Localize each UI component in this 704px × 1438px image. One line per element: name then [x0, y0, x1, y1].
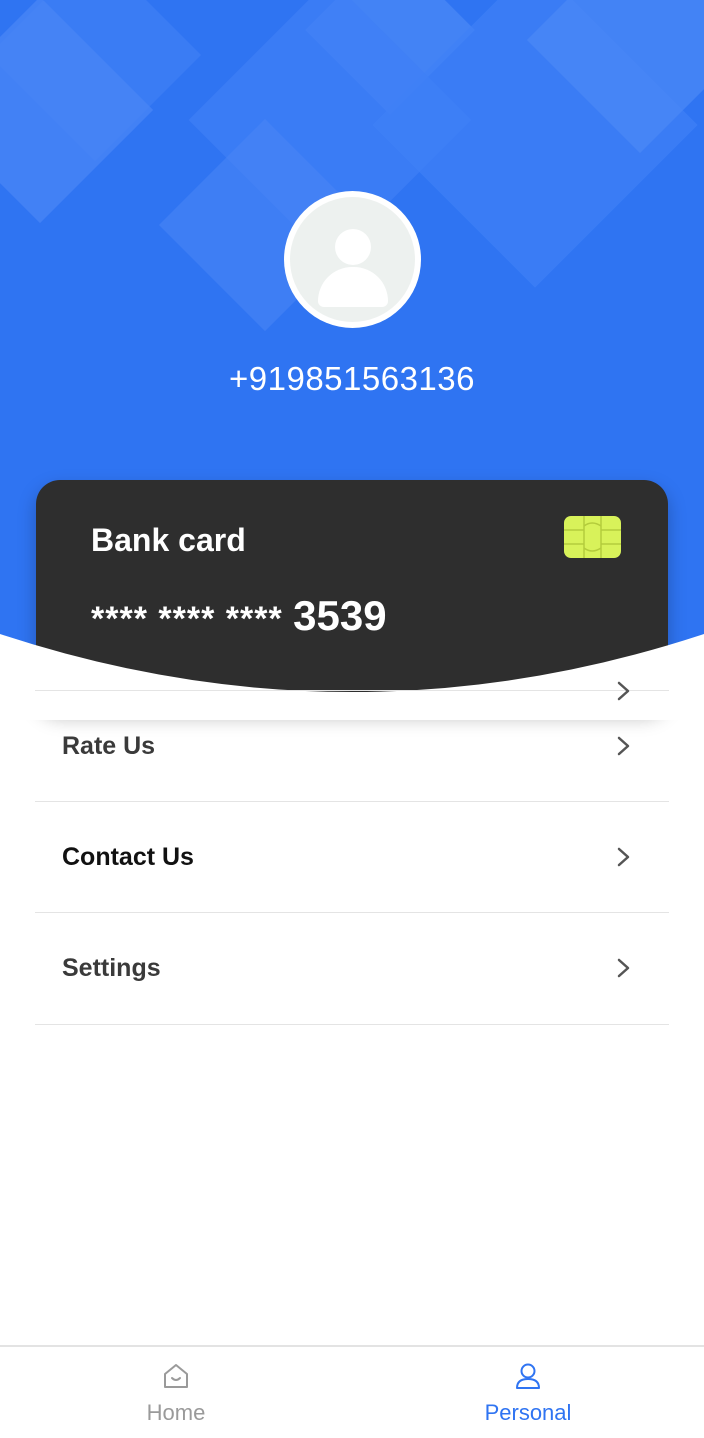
menu-item-rate-us[interactable]: Rate Us	[0, 691, 704, 802]
chevron-right-icon	[617, 958, 630, 978]
menu-item-settings[interactable]: Settings	[0, 913, 704, 1024]
chevron-right-icon	[617, 847, 630, 867]
menu-item-label: Settings	[62, 954, 161, 982]
menu-item-label: Rate Us	[62, 732, 156, 760]
phone-number: +919851563136	[228, 360, 475, 397]
bottom-tab-bar: Home Personal	[0, 1345, 704, 1438]
header-curve	[0, 634, 704, 720]
avatar[interactable]	[284, 191, 421, 328]
user-icon-head	[335, 229, 371, 265]
person-icon	[516, 1363, 540, 1389]
chevron-right-icon	[617, 736, 630, 756]
menu-item-contact-us[interactable]: Contact Us	[0, 802, 704, 913]
tab-personal[interactable]: Personal	[352, 1347, 704, 1438]
tab-personal-label: Personal	[484, 1400, 572, 1425]
tab-home-label: Home	[146, 1400, 206, 1425]
user-icon-body	[318, 267, 388, 307]
divider	[35, 1024, 669, 1025]
tab-home[interactable]: Home	[0, 1347, 352, 1438]
user-icon	[290, 197, 415, 322]
menu-item-label: Contact Us	[62, 843, 194, 871]
home-icon	[164, 1364, 188, 1388]
